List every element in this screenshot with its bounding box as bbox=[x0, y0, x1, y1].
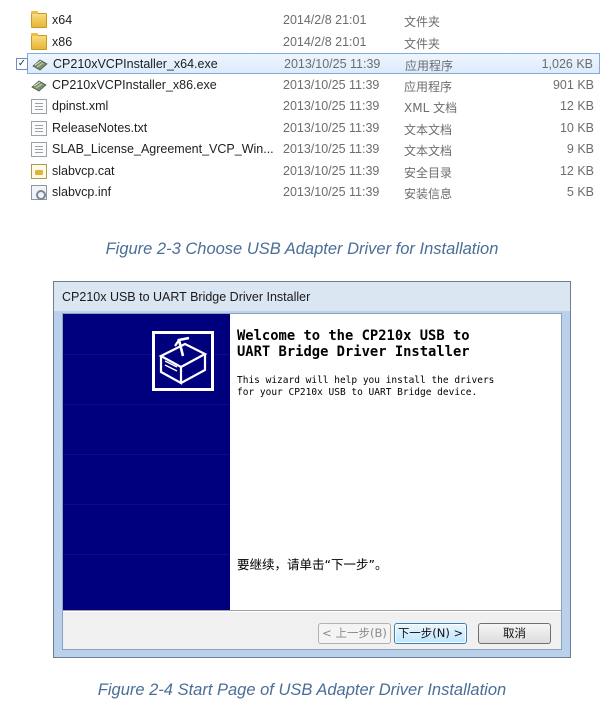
installer-box-logo-icon bbox=[152, 331, 214, 391]
figure-caption-2-3: Figure 2-3 Choose USB Adapter Driver for… bbox=[105, 240, 499, 258]
file-row-slabvcp-inf[interactable]: slabvcp.inf 2013/10/25 11:39 安装信息 5 KB bbox=[27, 182, 600, 203]
file-type: 文本文档 bbox=[404, 123, 453, 137]
file-row-x64[interactable]: x64 2014/2/8 21:01 文件夹 bbox=[27, 10, 600, 31]
file-size: 9 KB bbox=[566, 142, 594, 156]
file-name: x64 bbox=[52, 13, 73, 27]
file-row-x86[interactable]: x86 2014/2/8 21:01 文件夹 bbox=[27, 32, 600, 53]
wizard-banner bbox=[63, 314, 230, 610]
file-type: 应用程序 bbox=[405, 59, 454, 73]
welcome-heading: Welcome to the CP210x USB to UART Bridge… bbox=[237, 328, 470, 360]
file-row-installer-x86[interactable]: CP210xVCPInstaller_x86.exe 2013/10/25 11… bbox=[27, 75, 600, 96]
folder-icon bbox=[31, 11, 47, 28]
dialog-title-bar[interactable]: CP210x USB to UART Bridge Driver Install… bbox=[54, 282, 570, 311]
file-size: 12 KB bbox=[559, 99, 594, 113]
file-size: 12 KB bbox=[559, 164, 594, 178]
dialog-title: CP210x USB to UART Bridge Driver Install… bbox=[62, 290, 311, 304]
file-date: 2013/10/25 11:39 bbox=[283, 99, 380, 113]
setup-information-icon bbox=[31, 185, 47, 200]
continue-prompt: 要继续，请单击“下一步”。 bbox=[237, 557, 388, 572]
file-date: 2014/2/8 21:01 bbox=[283, 13, 367, 27]
file-date: 2014/2/8 21:01 bbox=[283, 35, 367, 49]
dialog-client-area: Welcome to the CP210x USB to UART Bridge… bbox=[62, 313, 562, 650]
installer-exe-icon bbox=[32, 57, 48, 72]
file-date: 2013/10/25 11:39 bbox=[283, 164, 380, 178]
file-size: 10 KB bbox=[559, 121, 594, 135]
security-catalog-icon bbox=[31, 164, 47, 179]
file-type: 安装信息 bbox=[404, 187, 453, 201]
installer-dialog: CP210x USB to UART Bridge Driver Install… bbox=[53, 281, 571, 658]
file-size: 1,026 KB bbox=[541, 57, 593, 71]
row-select-checkbox[interactable]: ✓ bbox=[16, 58, 28, 70]
cancel-button[interactable]: 取消 bbox=[478, 623, 551, 644]
file-type: XML 文档 bbox=[404, 101, 458, 115]
file-type: 文件夹 bbox=[404, 37, 441, 51]
file-row-installer-x64[interactable]: ✓ CP210xVCPInstaller_x64.exe 2013/10/25 … bbox=[16, 53, 600, 74]
file-row-license-agreement[interactable]: SLAB_License_Agreement_VCP_Win... 2013/1… bbox=[27, 139, 600, 160]
file-type: 文件夹 bbox=[404, 15, 441, 29]
file-date: 2013/10/25 11:39 bbox=[284, 57, 381, 71]
text-document-icon bbox=[31, 142, 47, 157]
file-date: 2013/10/25 11:39 bbox=[283, 185, 380, 199]
file-name: CP210xVCPInstaller_x64.exe bbox=[53, 57, 218, 71]
file-type: 安全目录 bbox=[404, 166, 453, 180]
file-name: slabvcp.cat bbox=[52, 164, 115, 178]
xml-document-icon bbox=[31, 99, 47, 114]
file-date: 2013/10/25 11:39 bbox=[283, 121, 380, 135]
file-type: 文本文档 bbox=[404, 144, 453, 158]
file-name: slabvcp.inf bbox=[52, 185, 112, 199]
file-size: 5 KB bbox=[566, 185, 594, 199]
text-document-icon bbox=[31, 121, 47, 136]
back-button[interactable]: < 上一步(B) bbox=[318, 623, 391, 644]
file-list: x64 2014/2/8 21:01 文件夹 x86 2014/2/8 21:0… bbox=[16, 7, 600, 219]
next-button[interactable]: 下一步(N) > bbox=[394, 623, 467, 644]
installer-exe-icon bbox=[31, 78, 47, 93]
file-type: 应用程序 bbox=[404, 80, 453, 94]
folder-icon bbox=[31, 33, 47, 50]
file-row-dpinst[interactable]: dpinst.xml 2013/10/25 11:39 XML 文档 12 KB bbox=[27, 96, 600, 117]
file-name: ReleaseNotes.txt bbox=[52, 121, 148, 135]
file-date: 2013/10/25 11:39 bbox=[283, 142, 380, 156]
file-name: SLAB_License_Agreement_VCP_Win... bbox=[52, 142, 274, 156]
button-separator bbox=[63, 610, 561, 612]
file-name: dpinst.xml bbox=[52, 99, 109, 113]
file-row-slabvcp-cat[interactable]: slabvcp.cat 2013/10/25 11:39 安全目录 12 KB bbox=[27, 161, 600, 182]
file-date: 2013/10/25 11:39 bbox=[283, 78, 380, 92]
file-name: x86 bbox=[52, 35, 73, 49]
wizard-content: Welcome to the CP210x USB to UART Bridge… bbox=[230, 314, 561, 610]
figure-caption-2-4: Figure 2-4 Start Page of USB Adapter Dri… bbox=[97, 681, 507, 699]
file-size: 901 KB bbox=[552, 78, 594, 92]
wizard-description: This wizard will help you install the dr… bbox=[237, 375, 495, 398]
file-row-release-notes[interactable]: ReleaseNotes.txt 2013/10/25 11:39 文本文档 1… bbox=[27, 118, 600, 139]
file-name: CP210xVCPInstaller_x86.exe bbox=[52, 78, 217, 92]
